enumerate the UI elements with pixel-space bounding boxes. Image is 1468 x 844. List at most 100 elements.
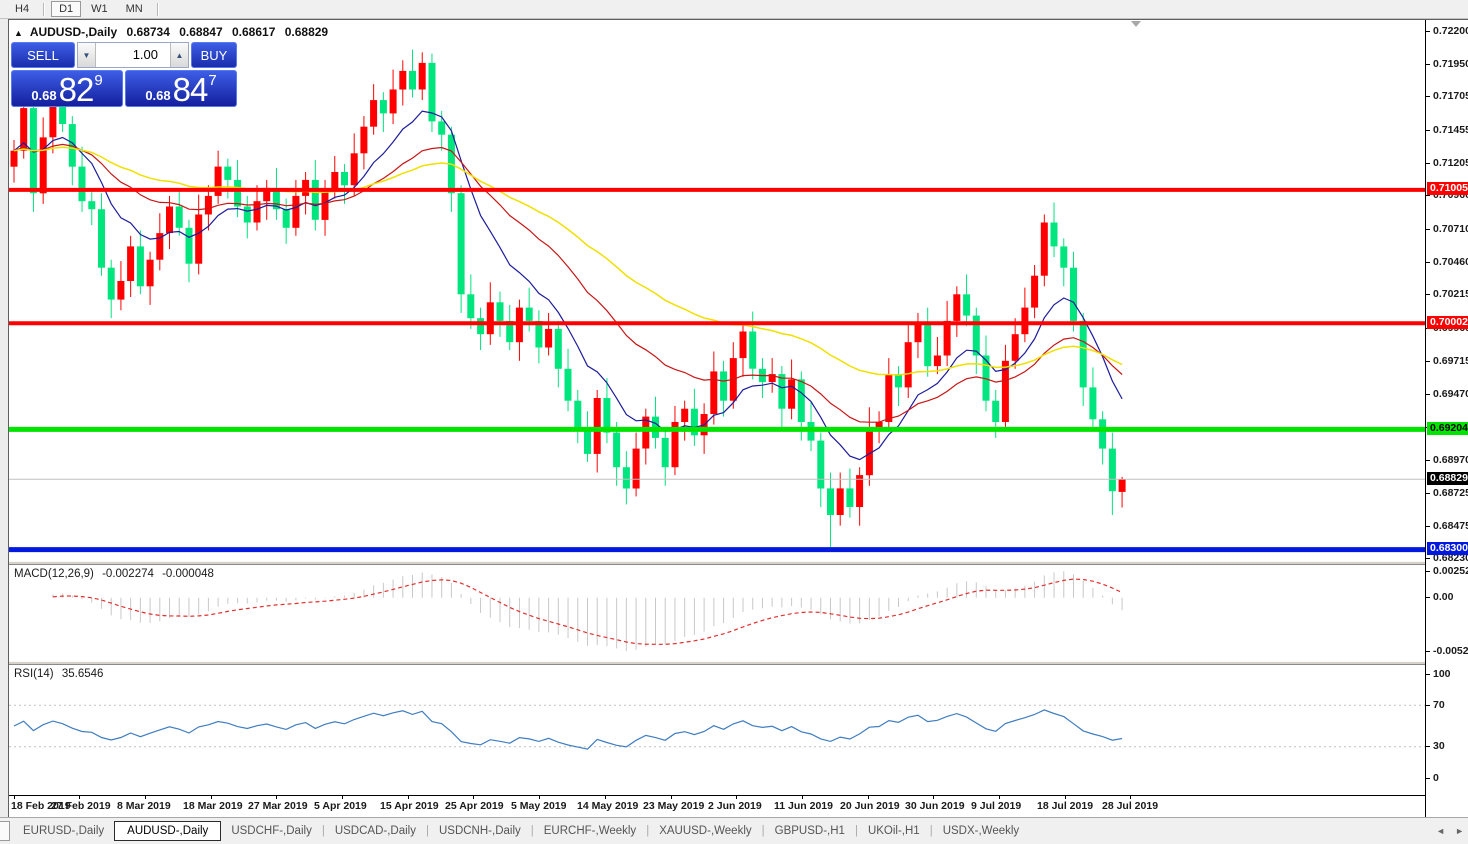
- chart-tab[interactable]: USDCAD-,Daily: [325, 822, 426, 840]
- price-axis-tick: [1426, 558, 1430, 559]
- chart-tab[interactable]: USDCHF-,Daily: [221, 822, 322, 840]
- price-axis-tick: [1426, 526, 1430, 527]
- macd-chart: [9, 565, 1425, 661]
- chart-tab[interactable]: AUDUSD-,Daily: [114, 821, 221, 841]
- timeframe-button-mn[interactable]: MN: [118, 1, 151, 17]
- time-axis-label: 15 Apr 2019: [380, 800, 439, 812]
- price-axis-tick: [1426, 163, 1430, 164]
- buy-price-prefix: 0.68: [145, 86, 170, 105]
- time-axis-tick: [342, 796, 343, 799]
- time-axis-tick: [605, 796, 606, 799]
- price-axis-tick: [1426, 394, 1430, 395]
- time-axis: 18 Feb 201927 Feb 20198 Mar 201918 Mar 2…: [9, 795, 1467, 818]
- tab-stub[interactable]: [0, 821, 10, 841]
- timeframe-toolbar: H4 D1W1MN: [0, 0, 1468, 19]
- time-axis-label: 5 May 2019: [511, 800, 566, 812]
- macd-axis-label: 0.00: [1433, 591, 1453, 603]
- chart-tab[interactable]: XAUUSD-,Weekly: [649, 822, 761, 840]
- ohlc-close: 0.68829: [285, 25, 328, 39]
- price-axis-tick: [1426, 262, 1430, 263]
- time-axis-tick: [671, 796, 672, 799]
- mt4-terminal: H4D1W1MN ▲ AUDUSD-,Daily 0.68734 0.68847…: [0, 0, 1468, 844]
- time-axis-tick: [408, 796, 409, 799]
- chart-tab[interactable]: UKOil-,H1: [858, 822, 930, 840]
- price-level-tag: 0.70002: [1427, 316, 1468, 329]
- macd-axis-tick: [1426, 651, 1430, 652]
- rsi-axis-tick: [1426, 746, 1430, 747]
- time-axis-label: 2 Jun 2019: [708, 800, 762, 812]
- chevron-up-icon: ▲: [176, 51, 184, 60]
- time-axis-label: 23 May 2019: [643, 800, 704, 812]
- time-axis-label: 11 Jun 2019: [774, 800, 833, 812]
- price-axis-label: 0.68475: [1433, 520, 1468, 532]
- one-click-trading-panel: SELL ▼ 1.00 ▲ BUY 0.68: [11, 42, 237, 107]
- chart-window: ▲ AUDUSD-,Daily 0.68734 0.68847 0.68617 …: [8, 19, 1468, 818]
- price-axis-tick: [1426, 31, 1430, 32]
- time-axis-tick: [473, 796, 474, 799]
- price-axis-tick: [1426, 96, 1430, 97]
- time-axis-tick: [868, 796, 869, 799]
- price-axis-tick: [1426, 460, 1430, 461]
- volume-spinner: ▼ 1.00 ▲: [77, 42, 189, 68]
- chart-tab[interactable]: USDCNH-,Daily: [429, 822, 531, 840]
- time-axis-tick: [79, 796, 80, 799]
- tab-scroll-left-icon[interactable]: ◄: [1436, 826, 1445, 836]
- chart-tab[interactable]: EURUSD-,Daily: [13, 822, 114, 840]
- sell-button[interactable]: SELL: [11, 42, 75, 68]
- time-axis-tick: [999, 796, 1000, 799]
- timeframe-button-w1[interactable]: W1: [83, 1, 116, 17]
- price-level-tag: 0.69204: [1427, 422, 1468, 435]
- sell-price-box[interactable]: 0.68 82 9: [11, 70, 123, 107]
- price-axis-label: 0.71205: [1433, 157, 1468, 169]
- time-axis-label: 27 Feb 2019: [51, 800, 111, 812]
- rsi-axis-tick: [1426, 674, 1430, 675]
- sell-price-big: 82: [59, 74, 94, 105]
- buy-button[interactable]: BUY: [191, 42, 237, 68]
- rsi-axis-tick: [1426, 778, 1430, 779]
- time-axis-label: 5 Apr 2019: [314, 800, 367, 812]
- buy-price-box[interactable]: 0.68 84 7: [125, 70, 237, 107]
- timeframe-button-h4[interactable]: H4: [7, 1, 37, 17]
- volume-increase-button[interactable]: ▲: [170, 43, 188, 67]
- buy-price-sup: 7: [208, 71, 216, 88]
- timeframe-button-d1[interactable]: D1: [51, 1, 81, 17]
- price-axis-tick: [1426, 64, 1430, 65]
- rsi-value: 35.6546: [62, 668, 104, 680]
- volume-value[interactable]: 1.00: [96, 43, 170, 67]
- price-axis-tick: [1426, 361, 1430, 362]
- price-axis-label: 0.70710: [1433, 223, 1468, 235]
- price-axis-tick: [1426, 195, 1430, 196]
- price-level-tag: 0.68300: [1427, 542, 1468, 555]
- time-axis-label: 8 Mar 2019: [117, 800, 171, 812]
- chart-tab[interactable]: USDX-,Weekly: [933, 822, 1029, 840]
- time-axis-tick: [1065, 796, 1066, 799]
- chart-shift-marker-icon[interactable]: [1131, 21, 1141, 27]
- time-axis-label: 18 Mar 2019: [183, 800, 243, 812]
- rsi-chart: [9, 665, 1425, 795]
- time-axis-label: 25 Apr 2019: [445, 800, 504, 812]
- time-axis-label: 27 Mar 2019: [248, 800, 308, 812]
- price-axis-label: 0.68970: [1433, 454, 1468, 466]
- volume-decrease-button[interactable]: ▼: [78, 43, 96, 67]
- chart-tab[interactable]: EURCHF-,Weekly: [534, 822, 646, 840]
- sell-price-prefix: 0.68: [31, 86, 56, 105]
- price-axis-label: 0.69715: [1433, 355, 1468, 367]
- time-axis-label: 28 Jul 2019: [1102, 800, 1158, 812]
- rsi-axis-label: 70: [1433, 699, 1445, 711]
- time-axis-tick: [1130, 796, 1131, 799]
- tab-scroll-right-icon[interactable]: ►: [1455, 826, 1464, 836]
- macd-pane: MACD(12,26,9) -0.002274 -0.000048: [9, 565, 1425, 661]
- time-axis-tick: [145, 796, 146, 799]
- buy-price-big: 84: [173, 74, 208, 105]
- ohlc-open: 0.68734: [127, 25, 170, 39]
- price-axis: 0.722000.719500.717050.714550.712050.709…: [1425, 20, 1468, 817]
- price-axis-label: 0.71950: [1433, 58, 1468, 70]
- chart-tab[interactable]: GBPUSD-,H1: [765, 822, 855, 840]
- price-axis-label: 0.72200: [1433, 25, 1468, 37]
- chart-tab-bar: EURUSD-,DailyAUDUSD-,DailyUSDCHF-,Daily|…: [0, 817, 1468, 844]
- rsi-axis-label: 0: [1433, 772, 1439, 784]
- rsi-axis-tick: [1426, 705, 1430, 706]
- rsi-axis-label: 100: [1433, 668, 1451, 680]
- price-axis-label: 0.68725: [1433, 487, 1468, 499]
- price-axis-label: 0.71455: [1433, 124, 1468, 136]
